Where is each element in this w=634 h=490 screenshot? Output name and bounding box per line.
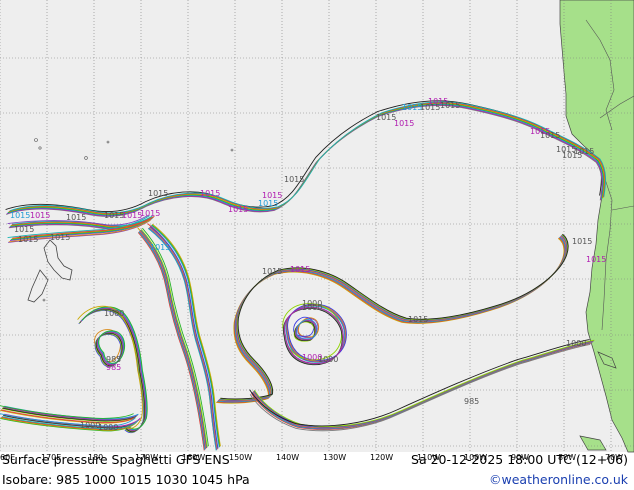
isobar-value-label: 1000	[302, 303, 322, 312]
isobar-value-label: 1015	[440, 101, 460, 110]
isobar-value-label: 1015	[200, 189, 220, 198]
isobar-value-label: 985	[106, 363, 121, 372]
spaghetti-map: 1015 101510151015101510151015 101510151015…	[0, 0, 634, 462]
isobar-value-label: 1015	[14, 225, 34, 234]
isobar-value-label: 1015	[586, 255, 606, 264]
isobar-value-label: 1015	[262, 191, 282, 200]
isobar-value-label: 1015	[140, 209, 160, 218]
isobar-value-label: 1015	[10, 211, 30, 220]
isobar-value-label: 1015	[50, 233, 70, 242]
isobar-value-label: 1015	[150, 243, 170, 252]
isobar-value-label: 1015	[258, 199, 278, 208]
isobar-value-label: 1015	[284, 175, 304, 184]
isobar-value-label: 1015	[148, 189, 168, 198]
credit-link[interactable]: ©weatheronline.co.uk	[489, 472, 628, 487]
isobar-value-label: 1015	[394, 119, 414, 128]
valid-datetime: Sa 20-12-2025 18:00 UTC (12+06)	[411, 452, 628, 467]
isobar-value-label: 1000	[566, 339, 586, 348]
map-title: Surface pressure Spaghetti GFS ENS	[2, 452, 230, 467]
footer-row-1: Surface pressure Spaghetti GFS ENS Sa 20…	[0, 452, 634, 468]
isobar-value-label: 1015	[572, 237, 592, 246]
isobar-value-label: 1015	[18, 235, 38, 244]
isobar-value-label: 1015	[574, 147, 594, 156]
isobar-value-label: 1015	[540, 131, 560, 140]
isobar-value-label: 1015	[420, 103, 440, 112]
isobar-value-label: 1015	[408, 315, 428, 324]
footer-row-2: Isobare: 985 1000 1015 1030 1045 hPa ©we…	[0, 472, 634, 488]
isobar-value-label: 1015	[262, 267, 282, 276]
isobar-value-label: 1015	[66, 213, 86, 222]
isobar-levels: Isobare: 985 1000 1015 1030 1045 hPa	[2, 472, 250, 487]
isobar-value-label: 1000	[104, 309, 124, 318]
isobar-value-label: 985	[464, 397, 479, 406]
isobar-value-label: 1015	[290, 265, 310, 274]
isobar-value-label: 1015	[228, 205, 248, 214]
isobar-value-label: 1000	[318, 355, 338, 364]
isobar-value-label: 1000	[98, 423, 118, 432]
isobar-value-label: 1015	[30, 211, 50, 220]
